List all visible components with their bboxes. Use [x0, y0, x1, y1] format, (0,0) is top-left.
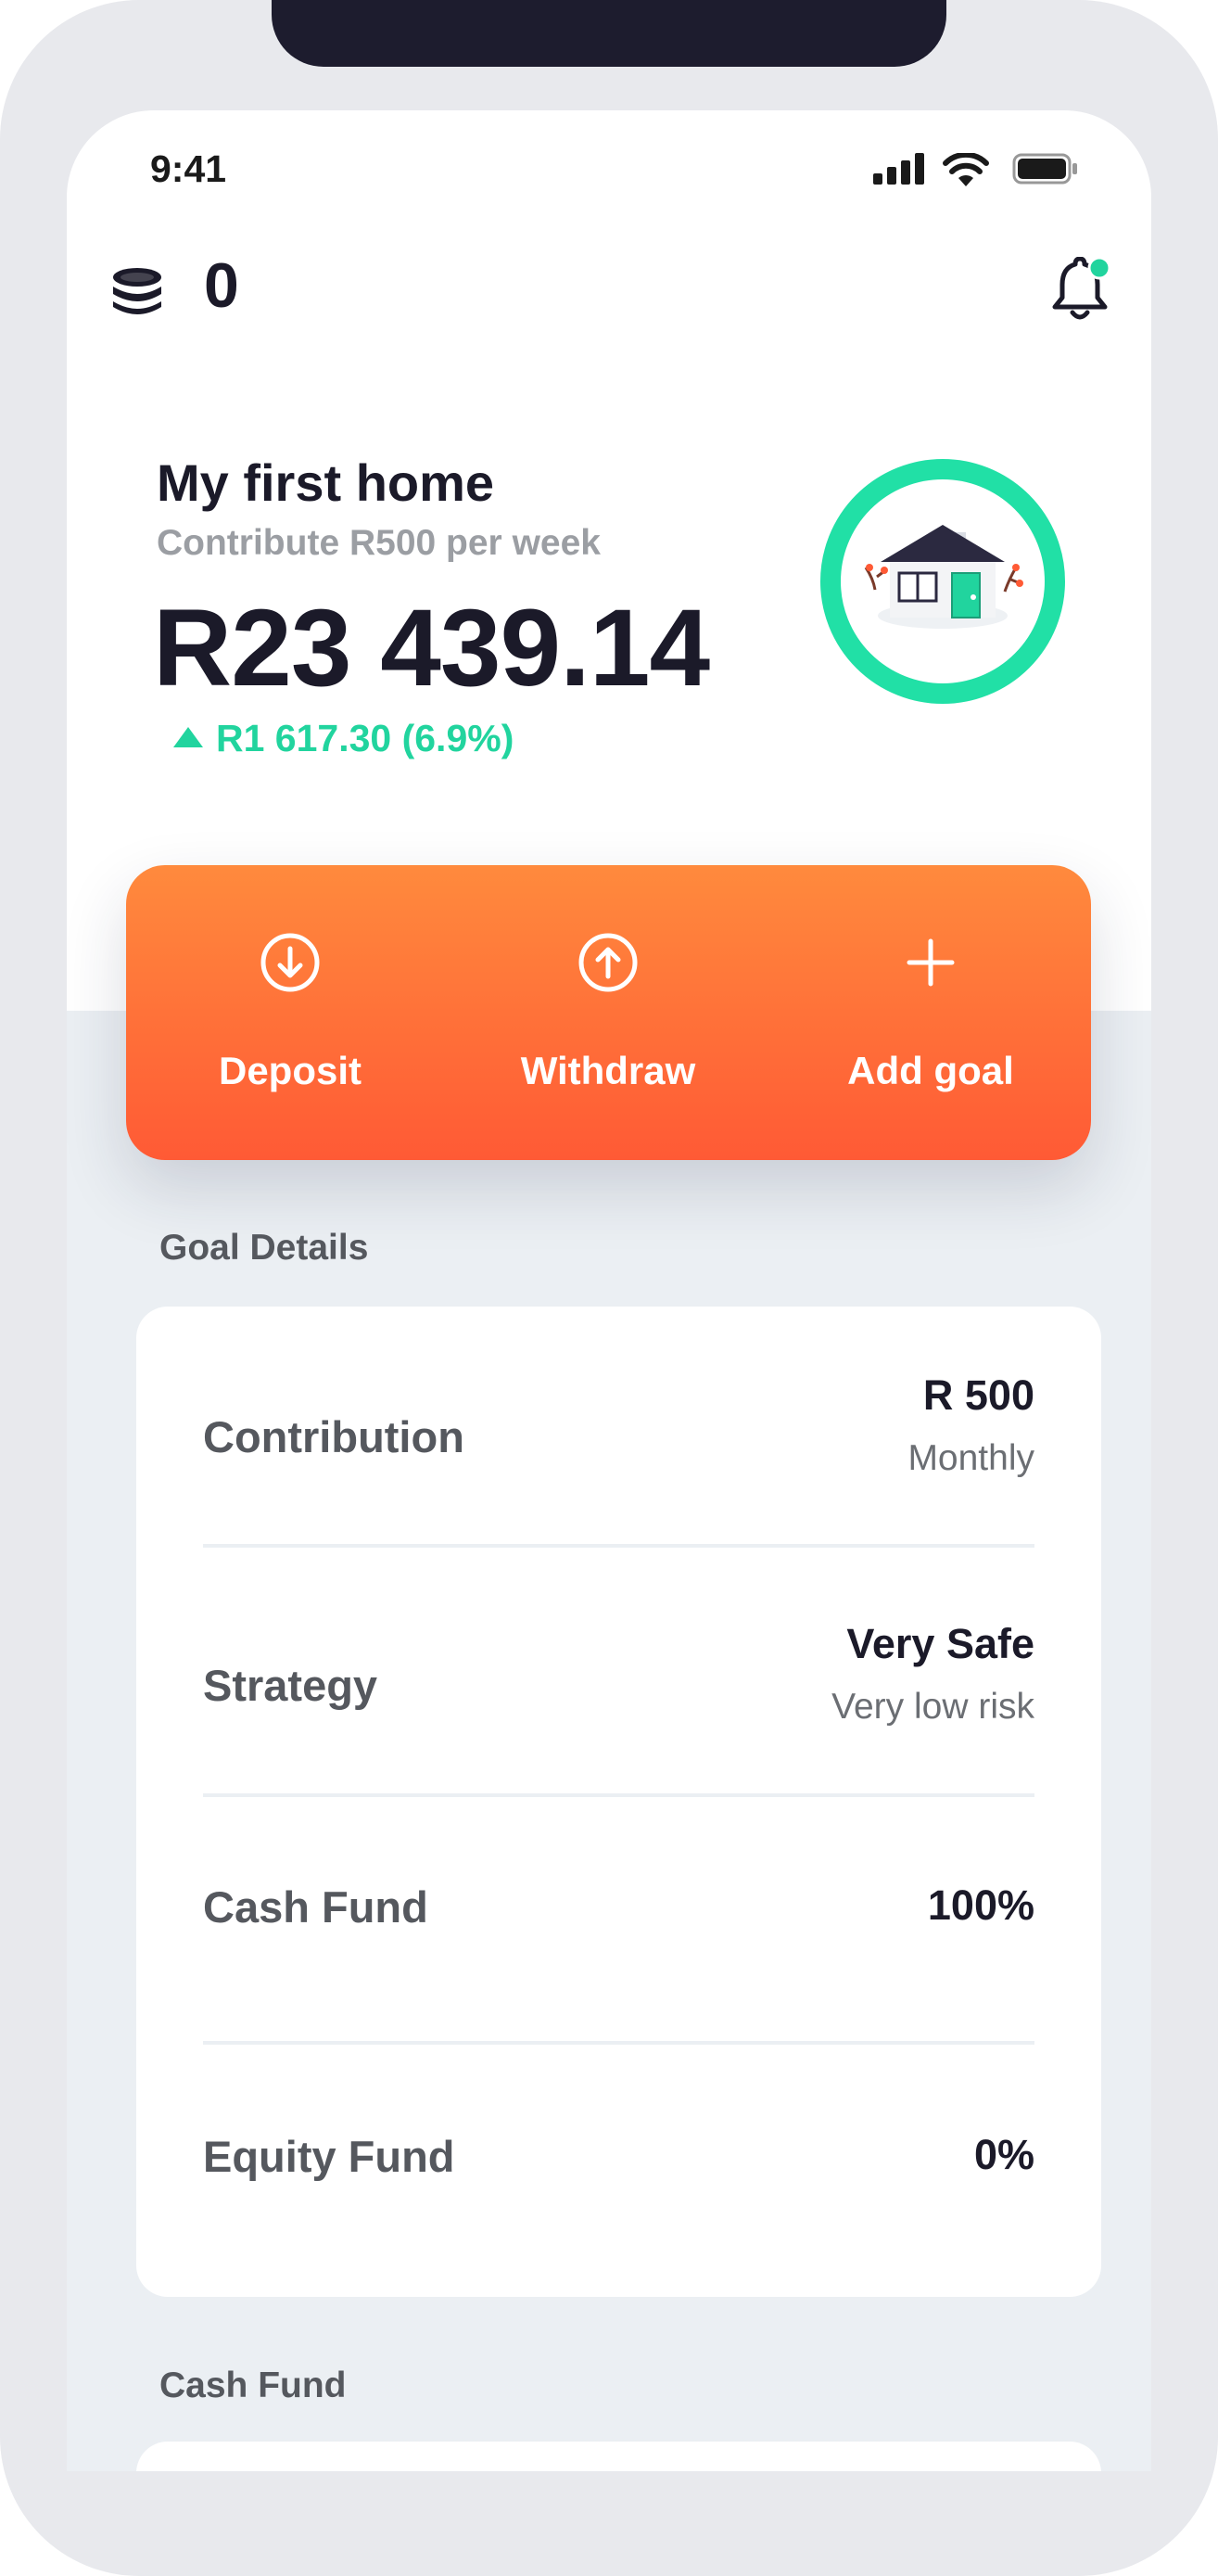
arrow-up-circle-icon	[578, 933, 638, 992]
cash-fund-section-title: Cash Fund	[159, 2366, 347, 2405]
equity-fund-row[interactable]: Equity Fund 0%	[203, 2131, 1034, 2196]
trend-up-icon	[173, 727, 203, 747]
notification-dot	[1087, 257, 1110, 280]
status-icons	[873, 153, 1151, 190]
equity-fund-label: Equity Fund	[203, 2132, 455, 2181]
plus-icon	[907, 938, 955, 987]
contribution-value: R 500	[922, 1371, 1034, 1419]
strategy-risk: Very low risk	[831, 1687, 1034, 1727]
add-goal-button[interactable]: Add goal	[792, 865, 1070, 1160]
divider	[203, 1544, 1034, 1548]
notification-bell-icon[interactable]	[1049, 257, 1110, 322]
phone-frame: 9:41 0 My first home Contribute R500 per…	[0, 0, 1218, 2576]
action-card: Deposit Withdraw Add goal	[126, 865, 1091, 1160]
cash-fund-value: 100%	[927, 1881, 1034, 1929]
goal-amount: R23 439.14	[153, 587, 710, 709]
wifi-icon	[943, 153, 989, 186]
phone-notch	[272, 0, 946, 67]
cash-fund-card[interactable]	[136, 2442, 1101, 2471]
contribution-frequency: Monthly	[907, 1438, 1034, 1478]
coin-count: 0	[204, 250, 239, 321]
cash-fund-label: Cash Fund	[203, 1882, 428, 1932]
app-screen: 9:41 0 My first home Contribute R500 per…	[67, 110, 1151, 2471]
goal-subtitle: Contribute R500 per week	[157, 523, 601, 563]
contribution-label: Contribution	[203, 1412, 464, 1461]
house-icon[interactable]	[819, 458, 1066, 705]
contribution-row[interactable]: Contribution R 500 Monthly	[203, 1371, 1034, 1492]
cellular-signal-icon	[873, 153, 924, 185]
goal-title: My first home	[157, 453, 495, 512]
goal-change: R1 617.30 (6.9%)	[173, 717, 514, 760]
battery-icon	[1012, 153, 1077, 185]
strategy-value: Very Safe	[846, 1620, 1034, 1667]
divider	[203, 1793, 1034, 1797]
strategy-row[interactable]: Strategy Very Safe Very low risk	[203, 1620, 1034, 1741]
strategy-label: Strategy	[203, 1661, 378, 1710]
deposit-button[interactable]: Deposit	[151, 865, 429, 1160]
deposit-label: Deposit	[218, 1049, 362, 1092]
goal-details-title: Goal Details	[159, 1228, 369, 1268]
withdraw-button[interactable]: Withdraw	[469, 865, 747, 1160]
status-time: 9:41	[150, 147, 227, 190]
cash-fund-row[interactable]: Cash Fund 100%	[203, 1881, 1034, 1946]
add-goal-label: Add goal	[847, 1049, 1014, 1092]
goal-details-card: Contribution R 500 Monthly Strategy Very…	[136, 1307, 1101, 2297]
equity-fund-value: 0%	[973, 2131, 1034, 2178]
goal-change-value: R1 617.30 (6.9%)	[216, 717, 514, 759]
arrow-down-circle-icon	[260, 933, 320, 992]
divider	[203, 2041, 1034, 2045]
withdraw-label: Withdraw	[520, 1049, 696, 1092]
coins-icon[interactable]	[108, 264, 167, 324]
